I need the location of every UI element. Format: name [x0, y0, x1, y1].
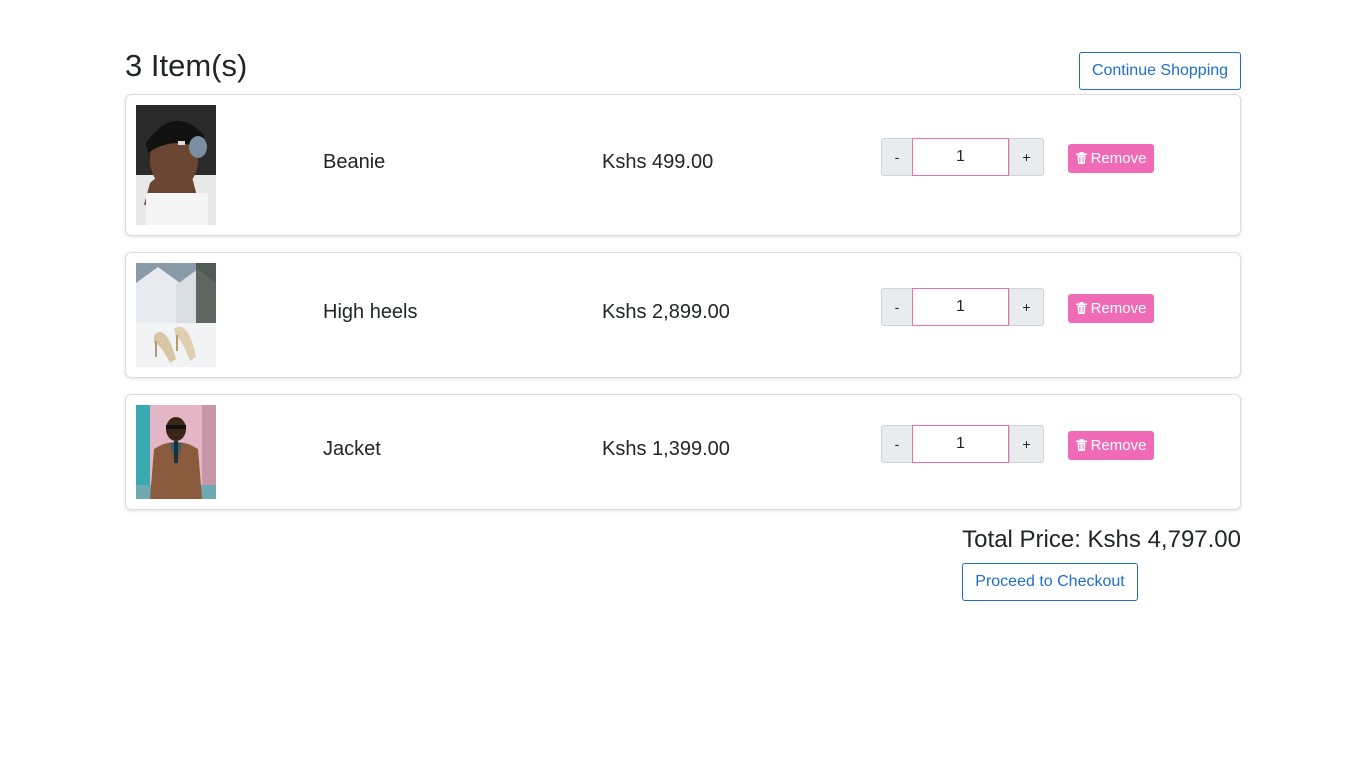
quantity-input[interactable] [912, 288, 1009, 326]
decrease-quantity-button[interactable]: - [881, 138, 913, 176]
remove-button[interactable]: Remove [1068, 431, 1154, 460]
page-title: 3 Item(s) [125, 48, 248, 83]
total-price: Total Price: Kshs 4,797.00 [962, 526, 1241, 553]
beanie-image [136, 105, 216, 225]
trash-icon [1075, 152, 1087, 164]
trash-icon [1075, 302, 1087, 314]
cart-page: 3 Item(s) Continue Shopping Beanie Kshs … [125, 0, 1241, 601]
item-price: Kshs 1,399.00 [602, 438, 730, 460]
item-name: Jacket [323, 438, 381, 460]
quantity-stepper: - + [881, 288, 1044, 326]
item-name: High heels [323, 301, 418, 323]
trash-icon [1075, 439, 1087, 451]
quantity-stepper: - + [881, 425, 1044, 463]
continue-shopping-button[interactable]: Continue Shopping [1079, 52, 1241, 90]
remove-label: Remove [1090, 150, 1147, 167]
increase-quantity-button[interactable]: + [1009, 138, 1044, 176]
item-price: Kshs 499.00 [602, 151, 714, 173]
remove-label: Remove [1090, 437, 1147, 454]
item-name: Beanie [323, 151, 386, 173]
cart-item-jacket: Jacket Kshs 1,399.00 - + Remove [125, 394, 1241, 510]
decrease-quantity-button[interactable]: - [881, 425, 913, 463]
quantity-input[interactable] [912, 425, 1009, 463]
quantity-stepper: - + [881, 138, 1044, 176]
proceed-to-checkout-button[interactable]: Proceed to Checkout [962, 563, 1138, 601]
quantity-input[interactable] [912, 138, 1009, 176]
item-price: Kshs 2,899.00 [602, 301, 730, 323]
remove-button[interactable]: Remove [1068, 294, 1154, 323]
jacket-image [136, 405, 216, 499]
decrease-quantity-button[interactable]: - [881, 288, 913, 326]
remove-button[interactable]: Remove [1068, 144, 1154, 173]
remove-label: Remove [1090, 300, 1147, 317]
increase-quantity-button[interactable]: + [1009, 288, 1044, 326]
increase-quantity-button[interactable]: + [1009, 425, 1044, 463]
cart-item-beanie: Beanie Kshs 499.00 - + Remove [125, 94, 1241, 236]
cart-item-high-heels: High heels Kshs 2,899.00 - + Remove [125, 252, 1241, 378]
cart-header: 3 Item(s) Continue Shopping [125, 0, 1241, 94]
high-heels-image [136, 263, 216, 367]
